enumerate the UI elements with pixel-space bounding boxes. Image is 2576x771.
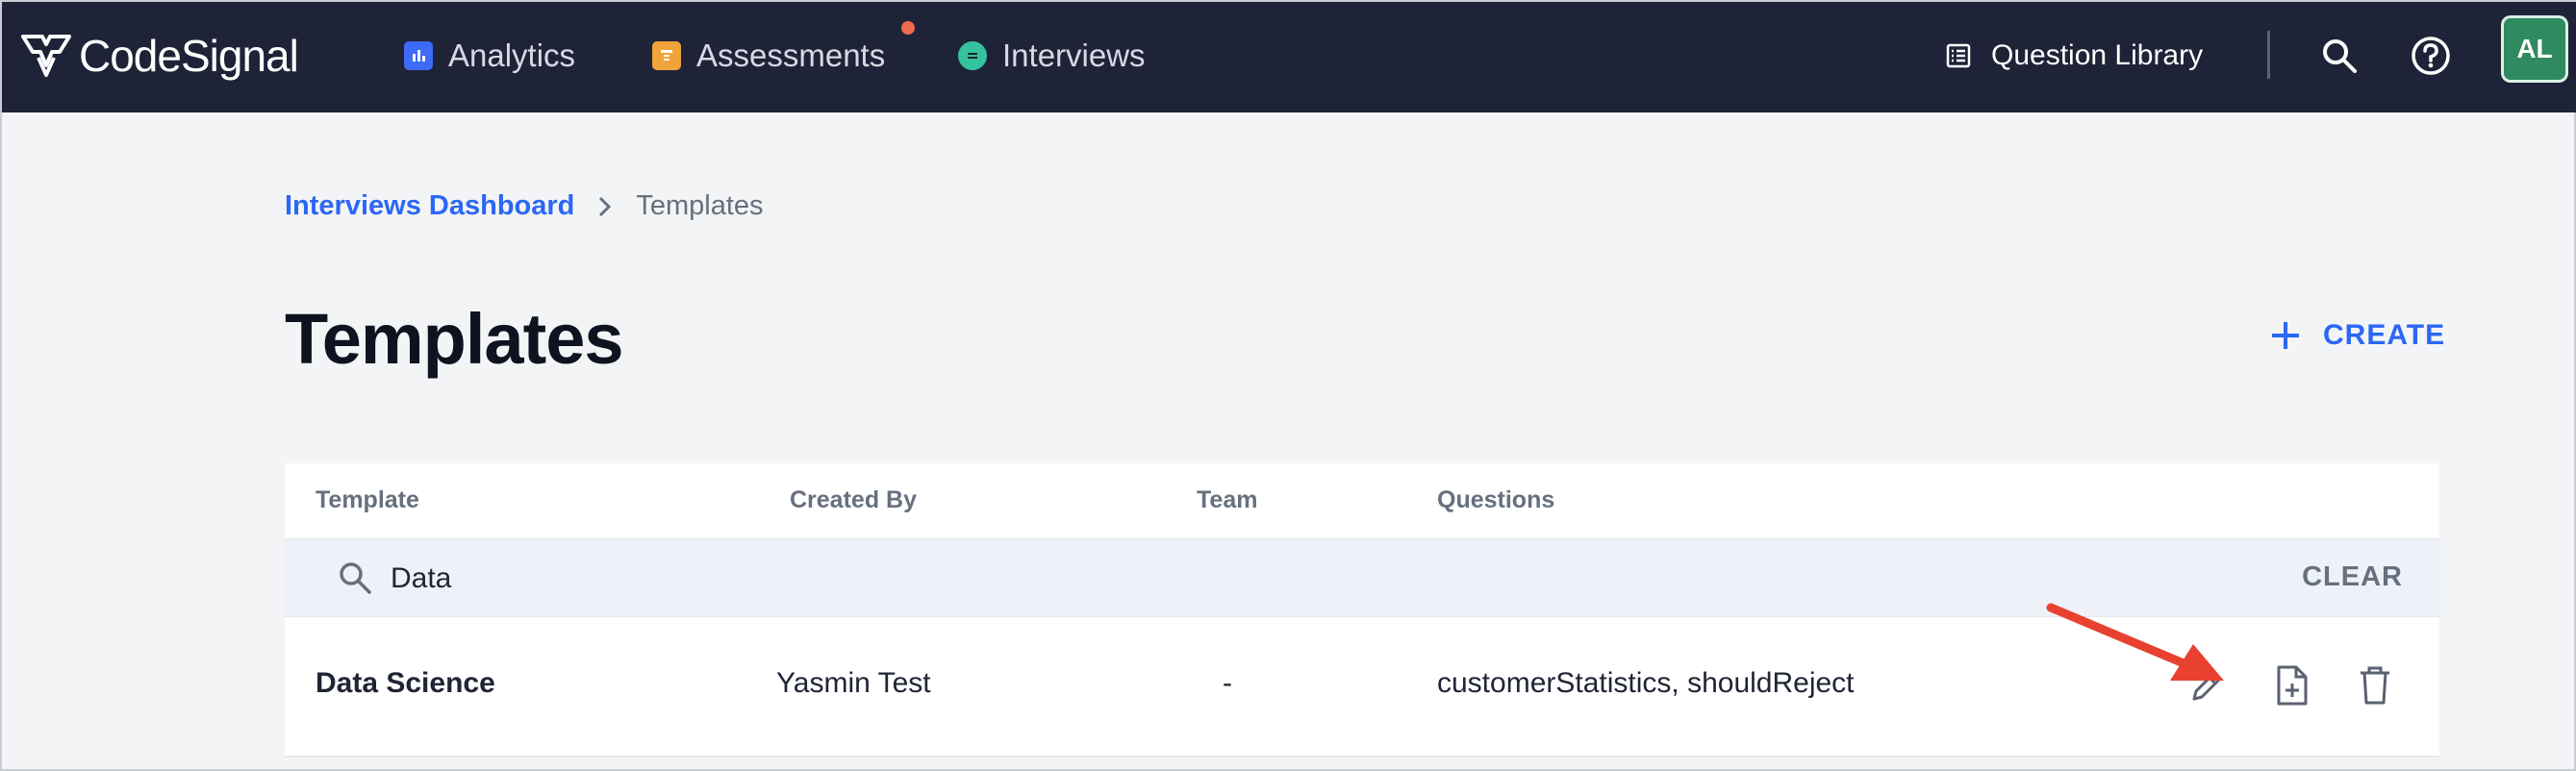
list-icon [1946,43,1971,68]
page-title: Templates [285,299,624,379]
search-button[interactable] [2320,29,2359,83]
logo-text: CodeSignal [79,31,299,81]
interviews-icon [958,41,987,70]
nav-interviews-label: Interviews [1002,37,1146,73]
notification-badge [901,21,915,35]
nav-assessments[interactable]: Assessments [652,29,885,83]
assessment-icon [652,41,681,70]
breadcrumb-current: Templates [636,190,764,221]
breadcrumb: Interviews Dashboard Templates [285,190,764,222]
top-navigation-bar: CodeSignal Analytics Assessments Intervi… [2,2,2576,112]
plus-icon [2272,322,2299,349]
user-avatar[interactable]: AL [2501,15,2568,83]
cell-team: - [1223,667,1232,699]
nav-analytics-label: Analytics [448,37,576,73]
file-add-icon [2277,665,2308,706]
codesignal-logo-icon [21,35,71,77]
clear-button[interactable]: CLEAR [2302,561,2403,593]
table-search-input[interactable]: Data [391,562,451,595]
cell-created-by: Yasmin Test [776,667,931,699]
codesignal-logo[interactable]: CodeSignal [21,27,299,85]
annotation-arrow-icon [2046,603,2224,681]
search-icon [2323,39,2357,73]
breadcrumb-link-interviews-dashboard[interactable]: Interviews Dashboard [285,190,574,222]
column-header-team[interactable]: Team [1197,486,1257,514]
table-header: Template Created By Team Questions [285,463,2439,539]
nav-assessments-label: Assessments [696,37,886,73]
delete-button[interactable] [2349,659,2401,711]
chevron-right-icon [599,196,612,216]
help-icon [2412,37,2450,75]
column-header-questions[interactable]: Questions [1437,486,1554,514]
column-header-created-by[interactable]: Created By [790,486,917,514]
column-header-template[interactable]: Template [316,486,419,514]
cell-template-name[interactable]: Data Science [316,667,495,700]
help-button[interactable] [2411,29,2451,83]
nav-divider [2267,31,2270,79]
nav-interviews[interactable]: Interviews [958,29,1146,83]
create-button[interactable]: CREATE [2269,319,2445,352]
cell-questions: customerStatistics, shouldReject [1437,667,1855,699]
question-library-link[interactable]: Question Library [1945,29,2203,83]
trash-icon [2361,666,2389,705]
nav-analytics[interactable]: Analytics [404,29,575,83]
duplicate-button[interactable] [2266,659,2318,711]
question-library-label: Question Library [1991,39,2204,71]
create-button-label: CREATE [2323,319,2446,351]
bar-chart-icon [404,41,433,70]
search-icon [340,562,371,594]
